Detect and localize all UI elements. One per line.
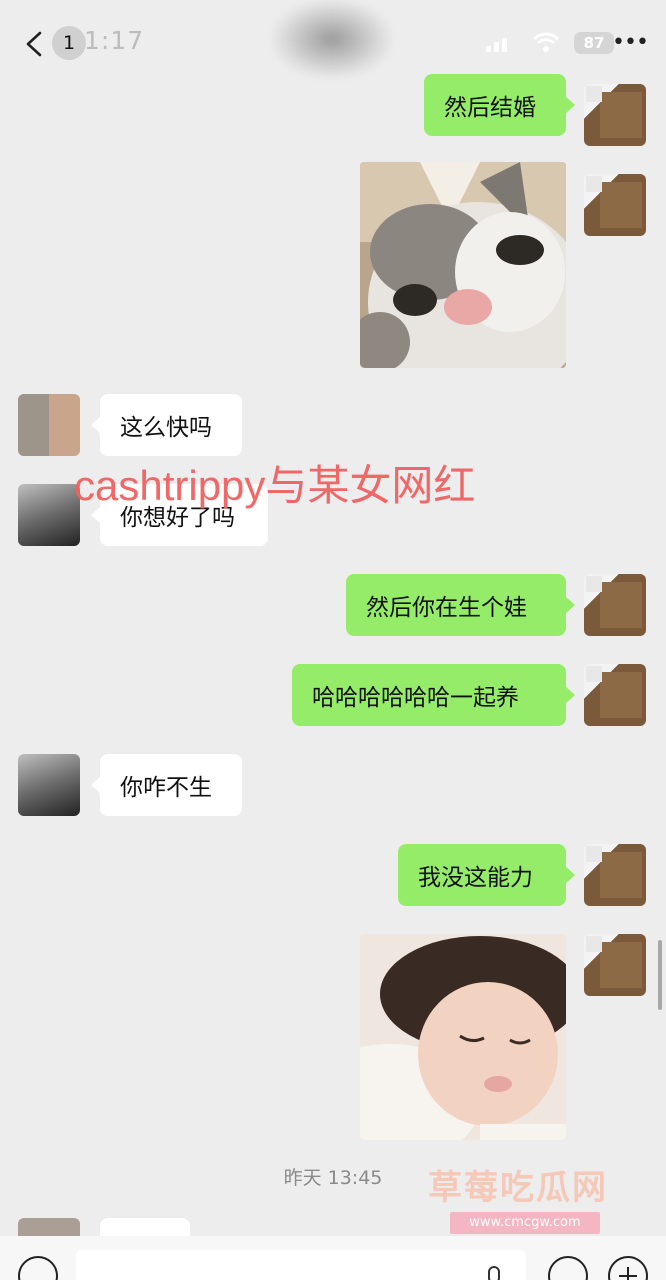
chat-screen: 1 1:17 87 ••• 然后结婚 这么快吗 你想好了吗 然后你在生个娃 哈哈… <box>0 0 666 1280</box>
plus-icon[interactable] <box>608 1256 648 1280</box>
avatar[interactable] <box>18 394 80 456</box>
image-message-child[interactable] <box>360 934 566 1140</box>
battery-indicator: 87 <box>574 32 614 54</box>
avatar[interactable] <box>584 84 646 146</box>
message-bubble-incoming[interactable] <box>100 1218 190 1238</box>
avatar[interactable] <box>584 934 646 996</box>
avatar[interactable] <box>584 574 646 636</box>
avatar[interactable] <box>584 844 646 906</box>
avatar[interactable] <box>18 1218 80 1238</box>
message-bubble-incoming[interactable]: 这么快吗 <box>91 394 242 456</box>
status-time: 1:17 <box>84 26 145 55</box>
site-watermark-url: www.cmcgw.com <box>450 1212 600 1234</box>
avatar[interactable] <box>584 664 646 726</box>
message-bubble-incoming[interactable]: 你咋不生 <box>91 754 242 816</box>
chat-header: 1 1:17 87 ••• <box>0 0 666 80</box>
cat-photo <box>360 162 566 368</box>
avatar[interactable] <box>18 484 80 546</box>
child-photo <box>360 934 566 1140</box>
message-bubble-outgoing[interactable]: 然后你在生个娃 <box>346 574 575 636</box>
image-message-cat[interactable] <box>360 162 566 368</box>
unread-count-badge: 1 <box>52 26 86 60</box>
message-bubble-outgoing[interactable]: 哈哈哈哈哈哈一起养 <box>292 664 575 726</box>
mic-icon[interactable] <box>488 1266 500 1280</box>
voice-icon[interactable] <box>18 1256 58 1280</box>
input-bar <box>0 1236 666 1280</box>
back-button[interactable] <box>18 28 50 60</box>
avatar[interactable] <box>18 754 80 816</box>
chevron-left-icon <box>26 31 42 57</box>
emoji-icon[interactable] <box>548 1256 588 1280</box>
site-watermark-logo: 草莓吃瓜网 <box>428 1168 608 1208</box>
ellipsis-icon[interactable]: ••• <box>612 32 649 54</box>
redaction-smudge <box>272 0 392 78</box>
message-input[interactable] <box>76 1250 526 1280</box>
message-bubble-outgoing[interactable]: 然后结婚 <box>424 74 575 136</box>
scrollbar[interactable] <box>658 940 662 1010</box>
message-bubble-outgoing[interactable]: 我没这能力 <box>398 844 575 906</box>
overlay-caption: cashtrippy与某女网红 <box>74 462 476 509</box>
wifi-icon <box>533 32 559 52</box>
signal-icon <box>486 38 507 52</box>
avatar[interactable] <box>584 174 646 236</box>
